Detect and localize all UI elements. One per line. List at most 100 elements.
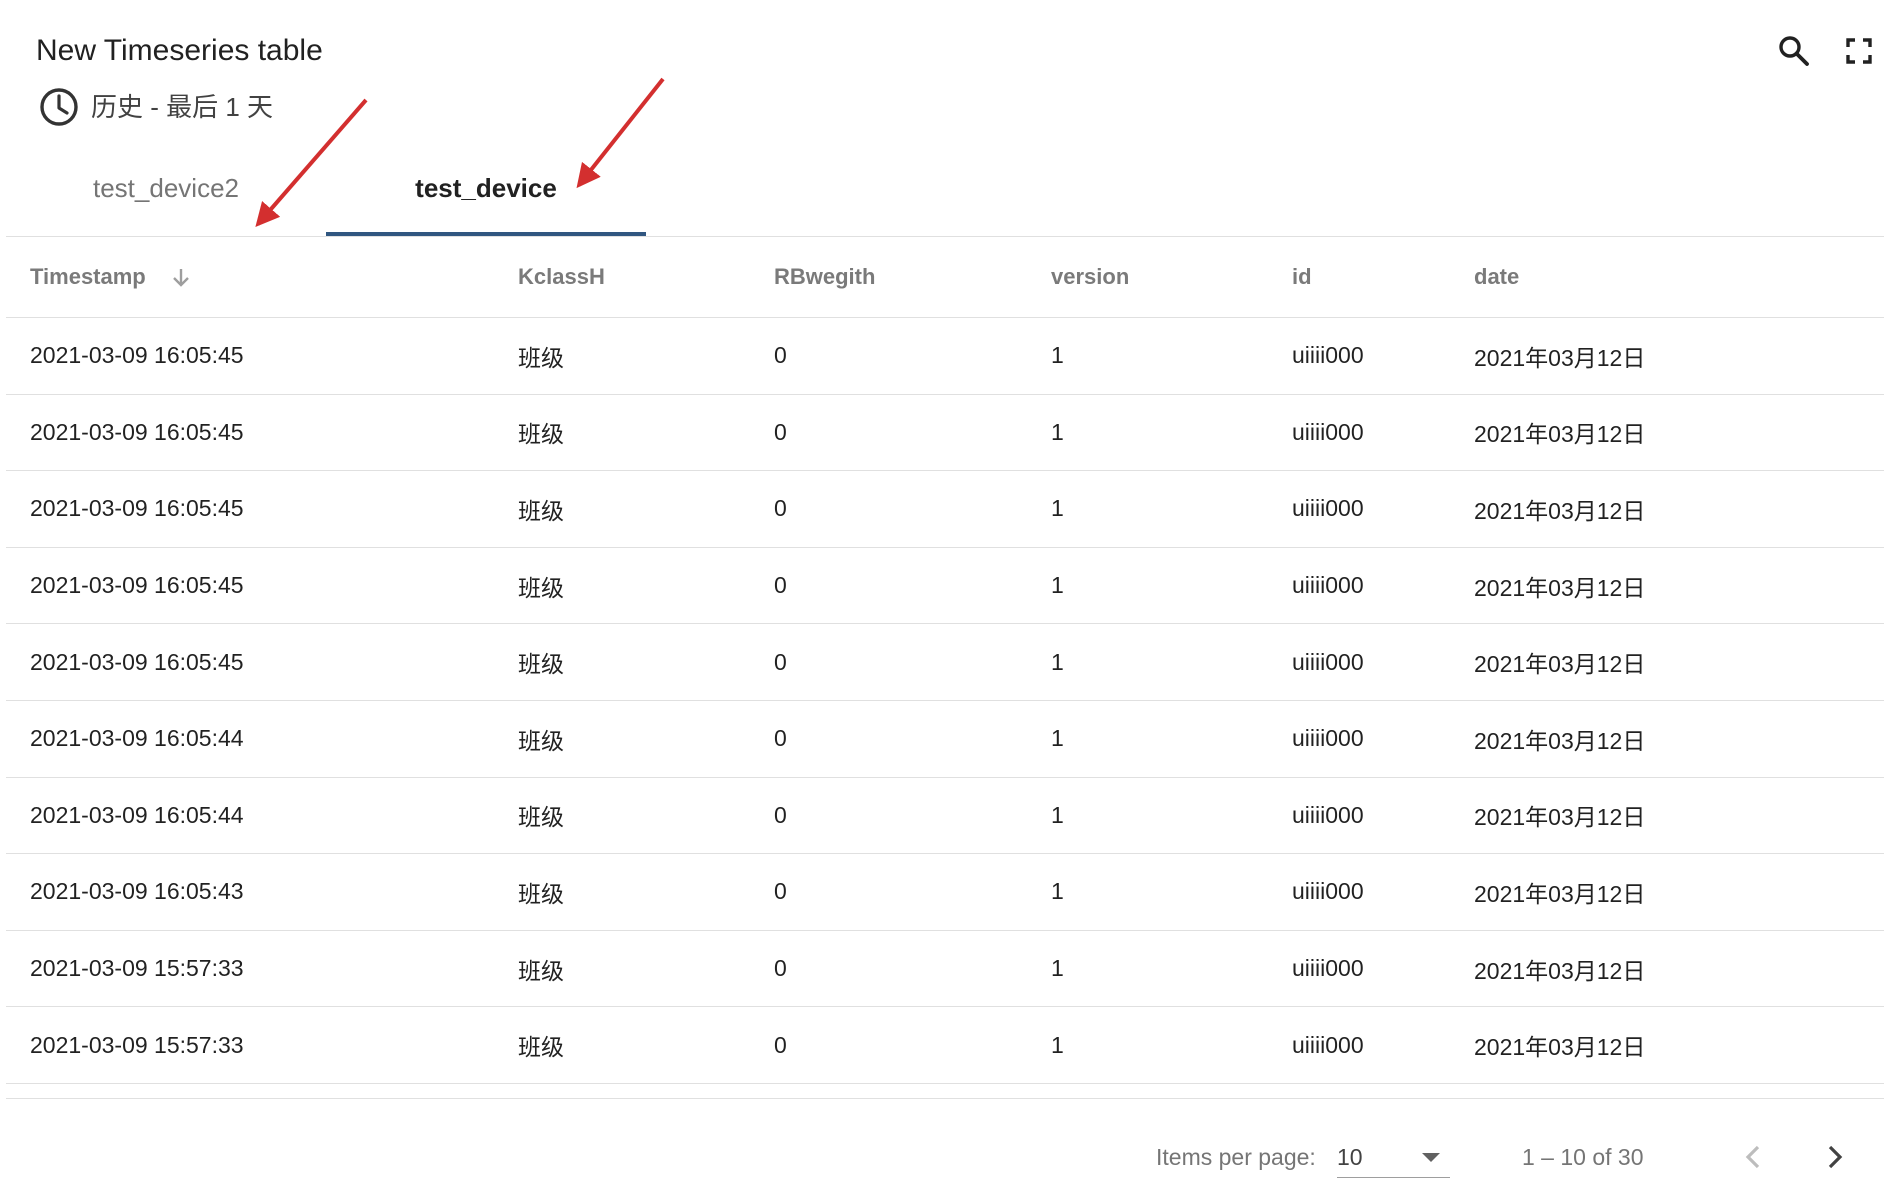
timeseries-table: Timestamp KclassH RBwegith version id da…	[6, 237, 1884, 1084]
table-row[interactable]: 2021-03-09 15:57:33 班级 0 1 uiiii000 2021…	[6, 931, 1884, 1008]
cell-timestamp: 2021-03-09 16:05:45	[30, 342, 244, 369]
previous-page-button[interactable]	[1734, 1137, 1774, 1177]
cell-id: uiiii000	[1292, 495, 1364, 522]
cell-date: 2021年03月12日	[1474, 574, 1646, 601]
column-header-label: Timestamp	[30, 264, 146, 289]
cell-timestamp: 2021-03-09 16:05:45	[30, 572, 244, 599]
cell-rbwegith: 0	[774, 648, 787, 675]
column-header-kclassh: KclassH	[518, 264, 605, 289]
table-row[interactable]: 2021-03-09 16:05:45 班级 0 1 uiiii000 2021…	[6, 395, 1884, 472]
fullscreen-icon	[1846, 38, 1872, 64]
widget-title: New Timeseries table	[36, 34, 323, 67]
cell-version: 1	[1051, 572, 1064, 599]
table-row[interactable]: 2021-03-09 16:05:45 班级 0 1 uiiii000 2021…	[6, 548, 1884, 625]
cell-rbwegith: 0	[774, 878, 787, 905]
search-icon	[1779, 36, 1809, 66]
search-button[interactable]	[1776, 33, 1812, 69]
table-row[interactable]: 2021-03-09 15:57:33 班级 0 1 uiiii000 2021…	[6, 1007, 1884, 1084]
tab-test-device2[interactable]: test_device2	[6, 146, 326, 236]
column-header-timestamp[interactable]: Timestamp	[30, 264, 518, 290]
cell-id: uiiii000	[1292, 1031, 1364, 1058]
cell-id: uiiii000	[1292, 418, 1364, 445]
cell-rbwegith: 0	[774, 495, 787, 522]
table-footer-divider	[6, 1098, 1884, 1099]
cell-id: uiiii000	[1292, 878, 1364, 905]
cell-id: uiiii000	[1292, 955, 1364, 982]
cell-version: 1	[1051, 878, 1064, 905]
column-header-rbwegith: RBwegith	[774, 264, 876, 289]
cell-timestamp: 2021-03-09 16:05:45	[30, 418, 244, 445]
cell-kclassh: 班级	[518, 421, 564, 448]
cell-rbwegith: 0	[774, 418, 787, 445]
cell-rbwegith: 0	[774, 572, 787, 599]
cell-date: 2021年03月12日	[1474, 957, 1646, 984]
chevron-left-icon	[1745, 1145, 1760, 1169]
table-row[interactable]: 2021-03-09 16:05:45 班级 0 1 uiiii000 2021…	[6, 624, 1884, 701]
active-tab-indicator	[326, 232, 646, 236]
chevron-right-icon	[1828, 1145, 1843, 1169]
table-header-row: Timestamp KclassH RBwegith version id da…	[6, 237, 1884, 318]
cell-kclassh: 班级	[518, 727, 564, 754]
cell-date: 2021年03月12日	[1474, 421, 1646, 448]
cell-timestamp: 2021-03-09 16:05:45	[30, 495, 244, 522]
page-size-value: 10	[1337, 1144, 1363, 1170]
cell-id: uiiii000	[1292, 342, 1364, 369]
cell-date: 2021年03月12日	[1474, 651, 1646, 678]
cell-kclassh: 班级	[518, 651, 564, 678]
cell-version: 1	[1051, 801, 1064, 828]
cell-id: uiiii000	[1292, 801, 1364, 828]
cell-date: 2021年03月12日	[1474, 727, 1646, 754]
cell-date: 2021年03月12日	[1474, 880, 1646, 907]
cell-timestamp: 2021-03-09 16:05:44	[30, 801, 244, 828]
cell-timestamp: 2021-03-09 16:05:44	[30, 725, 244, 752]
cell-timestamp: 2021-03-09 15:57:33	[30, 1031, 244, 1058]
timewindow-label: 历史 - 最后 1 天	[91, 92, 274, 122]
arrow-down-icon	[172, 269, 189, 287]
cell-kclassh: 班级	[518, 804, 564, 831]
cell-date: 2021年03月12日	[1474, 804, 1646, 831]
cell-kclassh: 班级	[518, 880, 564, 907]
cell-rbwegith: 0	[774, 1031, 787, 1058]
timewindow[interactable]: 历史 - 最后 1 天	[39, 87, 273, 127]
cell-timestamp: 2021-03-09 16:05:43	[30, 878, 244, 905]
page-range-label: 1 – 10 of 30	[1522, 1144, 1644, 1170]
table-row[interactable]: 2021-03-09 16:05:44 班级 0 1 uiiii000 2021…	[6, 701, 1884, 778]
tab-label: test_device2	[93, 172, 239, 203]
cell-rbwegith: 0	[774, 342, 787, 369]
cell-version: 1	[1051, 418, 1064, 445]
cell-version: 1	[1051, 495, 1064, 522]
cell-kclassh: 班级	[518, 574, 564, 601]
cell-rbwegith: 0	[774, 955, 787, 982]
fullscreen-button[interactable]	[1845, 37, 1873, 65]
column-header-date: date	[1474, 264, 1520, 289]
cell-rbwegith: 0	[774, 725, 787, 752]
cell-id: uiiii000	[1292, 572, 1364, 599]
cell-kclassh: 班级	[518, 344, 564, 371]
table-row[interactable]: 2021-03-09 16:05:43 班级 0 1 uiiii000 2021…	[6, 854, 1884, 931]
table-row[interactable]: 2021-03-09 16:05:44 班级 0 1 uiiii000 2021…	[6, 778, 1884, 855]
cell-id: uiiii000	[1292, 648, 1364, 675]
cell-kclassh: 班级	[518, 1034, 564, 1061]
cell-timestamp: 2021-03-09 15:57:33	[30, 955, 244, 982]
cell-version: 1	[1051, 955, 1064, 982]
device-tabs: test_device2 test_device	[6, 146, 1884, 237]
cell-version: 1	[1051, 342, 1064, 369]
page-size-select[interactable]: 10	[1337, 1137, 1450, 1178]
cell-date: 2021年03月12日	[1474, 1034, 1646, 1061]
dropdown-arrow-icon	[1422, 1153, 1440, 1162]
next-page-button[interactable]	[1814, 1137, 1854, 1177]
cell-timestamp: 2021-03-09 16:05:45	[30, 648, 244, 675]
tab-test-device[interactable]: test_device	[326, 146, 646, 236]
items-per-page-label: Items per page:	[1156, 1144, 1316, 1170]
cell-version: 1	[1051, 648, 1064, 675]
cell-version: 1	[1051, 725, 1064, 752]
table-row[interactable]: 2021-03-09 16:05:45 班级 0 1 uiiii000 2021…	[6, 318, 1884, 395]
tab-label: test_device	[415, 172, 557, 203]
table-row[interactable]: 2021-03-09 16:05:45 班级 0 1 uiiii000 2021…	[6, 471, 1884, 548]
cell-id: uiiii000	[1292, 725, 1364, 752]
cell-rbwegith: 0	[774, 801, 787, 828]
cell-kclassh: 班级	[518, 957, 564, 984]
column-header-id: id	[1292, 264, 1312, 289]
cell-version: 1	[1051, 1031, 1064, 1058]
clock-icon	[40, 88, 78, 126]
